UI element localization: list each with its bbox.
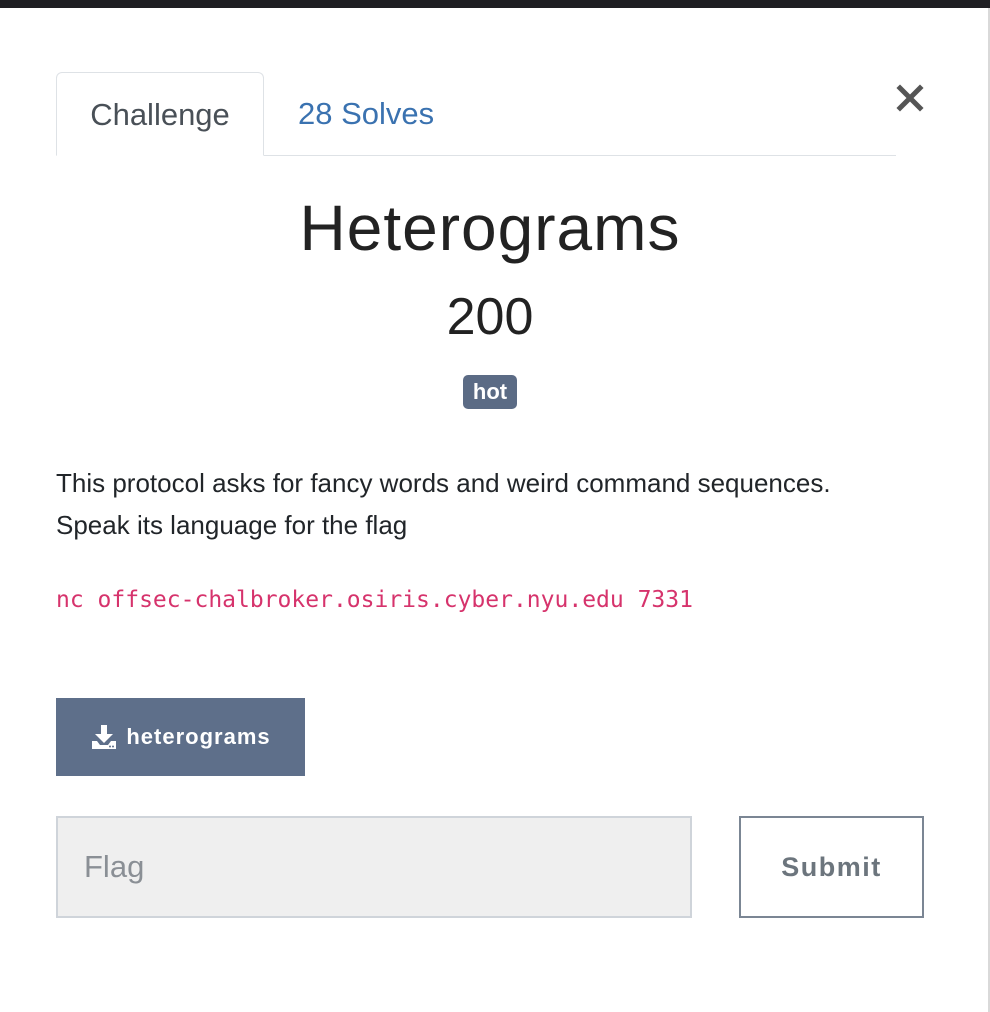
connection-command: nc offsec-chalbroker.osiris.cyber.nyu.ed… [56,587,693,613]
flag-input[interactable] [56,816,692,918]
close-icon[interactable] [894,82,926,114]
challenge-tabs: Challenge 28 Solves [56,72,896,156]
tag-list: hot [56,375,924,409]
window-top-bar [0,0,990,8]
challenge-points: 200 [446,288,534,346]
challenge-tag: hot [462,375,518,409]
submit-button[interactable]: Submit [739,816,924,918]
download-file-label: heterograms [126,724,271,749]
tab-challenge[interactable]: Challenge [56,72,264,156]
download-icon [92,725,117,749]
description-line: Speak its language for the flag [56,510,408,540]
tab-solves[interactable]: 28 Solves [298,72,434,156]
challenge-description: This protocol asks for fancy words and w… [56,462,924,546]
description-line: This protocol asks for fancy words and w… [56,468,831,498]
challenge-title: Heterograms [299,192,681,264]
download-file-button[interactable]: heterograms [56,698,305,776]
